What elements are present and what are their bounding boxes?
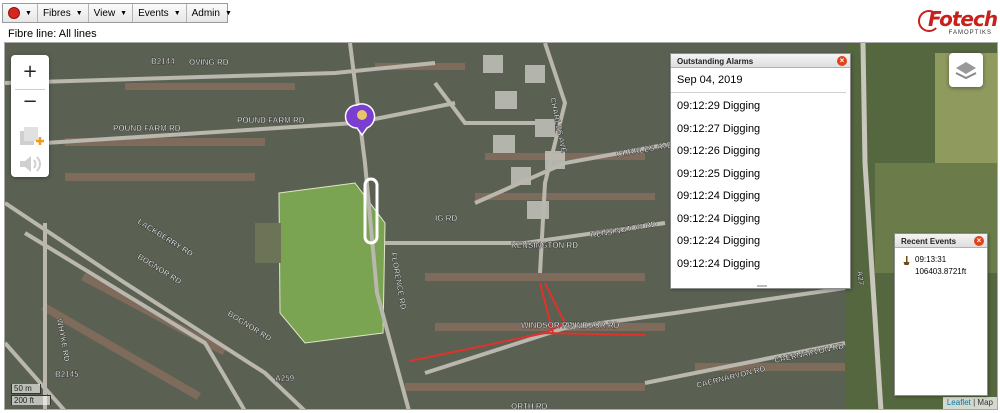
recent-events-panel: Recent Events × 09:13:31 106403.8721ft — [894, 233, 988, 396]
alarm-item[interactable]: 09:12:24 Digging — [671, 230, 850, 253]
alarm-item[interactable]: 09:12:25 Digging — [671, 163, 850, 186]
layers-icon — [955, 62, 977, 80]
map-attribution: Leaflet | Map — [942, 397, 997, 409]
zoom-out-button[interactable]: − — [15, 91, 45, 115]
menubar: ▼ Fibres ▼ View ▼ Events ▼ Admin ▼ — [2, 3, 232, 23]
street-label: ORTH RD — [511, 402, 548, 410]
panel-header: Outstanding Alarms × — [671, 54, 850, 68]
panel-title: Outstanding Alarms — [677, 57, 754, 66]
alarm-item[interactable]: 09:12:24 Digging — [671, 253, 850, 276]
street-label: A27 — [855, 270, 866, 286]
close-icon[interactable]: × — [974, 236, 984, 246]
alarm-item[interactable]: 09:12:26 Digging — [671, 140, 850, 163]
alarm-item[interactable]: 09:12:27 Digging — [671, 118, 850, 141]
chevron-down-icon: ▼ — [173, 9, 181, 17]
alarm-item[interactable]: 09:12:24 Digging — [671, 208, 850, 231]
app-menu-button[interactable]: ▼ — [3, 4, 38, 22]
panel-header: Recent Events × — [895, 234, 987, 248]
fotech-logo: Fotech FAMOPTIKS — [916, 6, 998, 40]
menu-view[interactable]: View ▼ — [89, 4, 134, 22]
street-label: B2144 — [151, 57, 175, 66]
street-label: KENSINGTON RD — [511, 241, 578, 250]
speaker-icon[interactable] — [17, 153, 43, 175]
layers-button[interactable] — [949, 53, 983, 87]
add-layer-icon[interactable] — [16, 125, 46, 151]
menu-admin[interactable]: Admin ▼ — [187, 4, 237, 22]
menu-events[interactable]: Events ▼ — [133, 4, 187, 22]
chevron-down-icon: ▼ — [75, 9, 83, 17]
scale-imperial: 200 ft — [11, 395, 51, 405]
street-label: POUND FARM RD — [237, 116, 305, 125]
zoom-in-button[interactable]: + — [15, 61, 45, 85]
menu-events-label: Events — [138, 7, 169, 19]
alarm-list: 09:12:29 Digging 09:12:27 Digging 09:12:… — [671, 93, 850, 275]
panel-title: Recent Events — [901, 237, 957, 246]
digging-icon — [903, 256, 910, 265]
street-label: WINDSOR RD — [521, 321, 574, 330]
street-label: A259 — [275, 374, 295, 383]
logo-text: Fotech — [928, 7, 998, 31]
map-controls: + − — [11, 55, 49, 177]
attribution-text: | Map — [973, 398, 993, 407]
chevron-down-icon: ▼ — [25, 9, 32, 17]
street-label: IG RD — [435, 214, 457, 223]
leaflet-link[interactable]: Leaflet — [947, 398, 971, 407]
street-label: POUND FARM RD — [113, 124, 181, 133]
chevron-down-icon: ▼ — [224, 9, 232, 17]
fibre-line-label: Fibre line: All lines — [8, 28, 97, 40]
logo-subtext: FAMOPTIKS — [948, 30, 992, 36]
menu-fibres-label: Fibres — [42, 7, 71, 19]
divider — [15, 89, 45, 90]
street-label: B2145 — [55, 370, 79, 379]
alarm-date: Sep 04, 2019 — [671, 68, 846, 93]
street-label: OVING RD — [189, 58, 229, 67]
menu-admin-label: Admin — [191, 7, 220, 19]
scale-metric: 50 m — [11, 384, 41, 394]
map-scale: 50 m 200 ft — [11, 383, 51, 405]
chevron-down-icon: ▼ — [120, 9, 128, 17]
street-label: WINDSOR RD — [567, 321, 620, 330]
event-position: 106403.8721ft — [915, 267, 967, 276]
menu-view-label: View — [93, 7, 116, 19]
resize-grip-icon[interactable] — [757, 285, 767, 287]
event-time: 09:13:31 — [915, 255, 947, 264]
event-item[interactable]: 09:13:31 106403.8721ft — [895, 248, 987, 278]
app-logo-icon — [8, 7, 20, 19]
close-icon[interactable]: × — [837, 56, 847, 66]
outstanding-alarms-panel: Outstanding Alarms × Sep 04, 2019 09:12:… — [670, 53, 851, 289]
alarm-item[interactable]: 09:12:24 Digging — [671, 185, 850, 208]
menu-fibres[interactable]: Fibres ▼ — [38, 4, 89, 22]
alarm-item[interactable]: 09:12:29 Digging — [671, 95, 850, 118]
